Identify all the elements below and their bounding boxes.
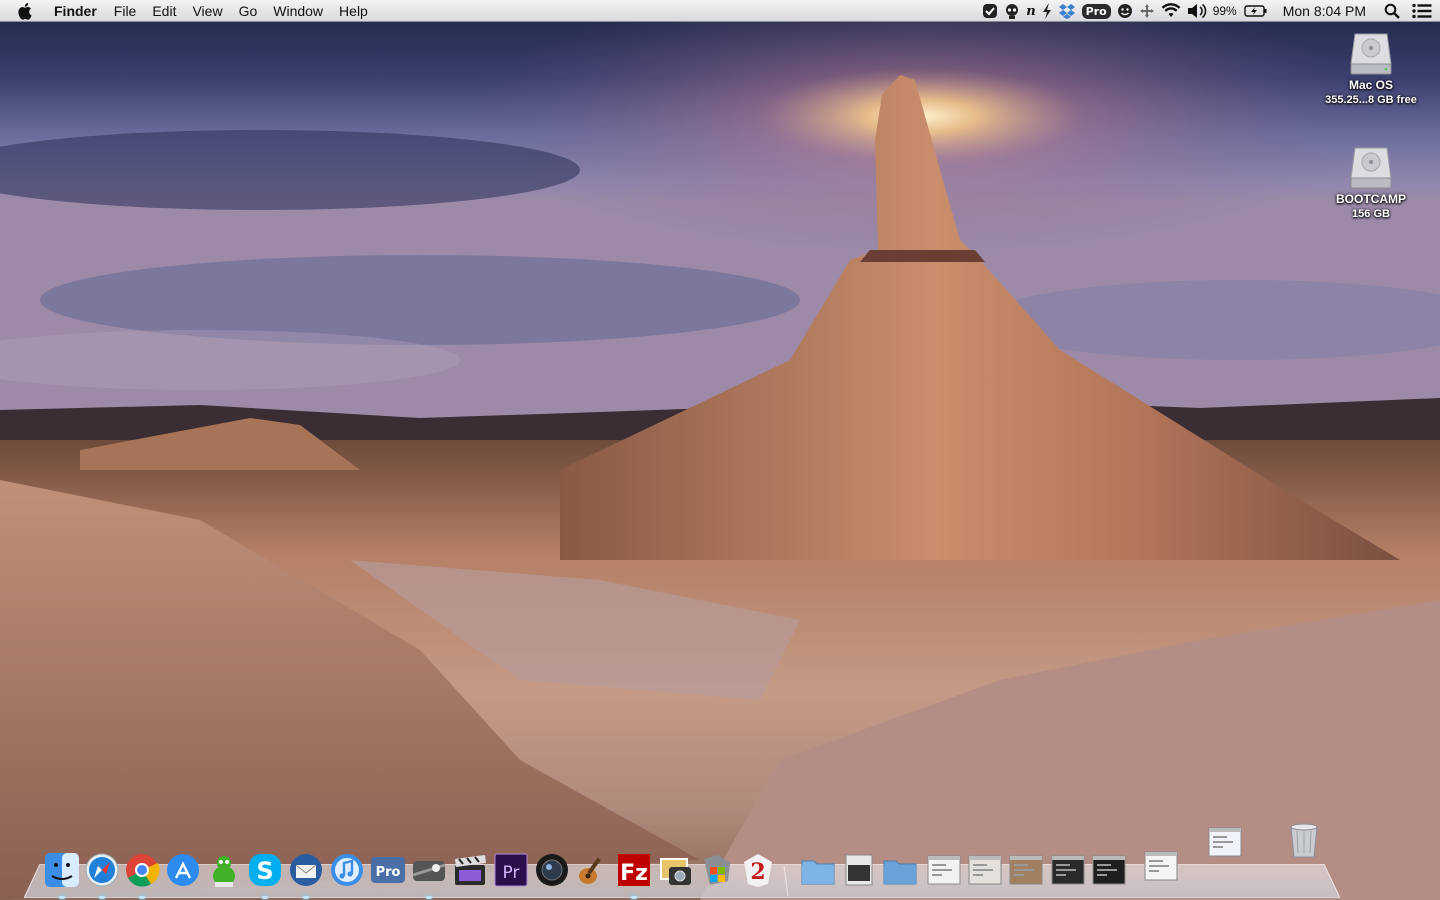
menu-edit[interactable]: Edit — [144, 0, 184, 22]
chrome-icon — [126, 854, 160, 887]
window-thumbnail-icon — [1208, 827, 1242, 857]
window-thumbnail-icon — [927, 855, 961, 885]
dock-app-guild-wars-2[interactable]: 2 — [739, 851, 777, 889]
menu-bar: Finder File Edit View Go Window Help n P… — [0, 0, 1440, 22]
menu-view[interactable]: View — [184, 0, 230, 22]
steam-icon — [412, 861, 446, 881]
desktop-drive-bootcamp[interactable]: BOOTCAMP 156 GB — [1311, 142, 1431, 220]
dock-app-app-store[interactable] — [164, 851, 202, 889]
window-thumbnail-icon — [1092, 855, 1126, 885]
dock-app-chrome[interactable] — [123, 851, 161, 889]
skype-icon: S — [249, 854, 281, 886]
apple-logo-icon[interactable] — [18, 2, 40, 20]
svg-text:S: S — [256, 857, 273, 885]
dock-app-aperture[interactable] — [533, 851, 571, 889]
menu-help[interactable]: Help — [331, 0, 376, 22]
dock-item-minimized-video[interactable] — [1090, 851, 1128, 889]
spotlight-icon[interactable] — [1384, 0, 1400, 22]
svg-text:Pro: Pro — [376, 865, 401, 880]
dock-item-minimized-safari[interactable] — [1135, 840, 1187, 892]
dock-item-minimized-guild-wars[interactable] — [966, 851, 1004, 889]
dock-item-minimized-skype[interactable] — [925, 851, 963, 889]
guitar-icon — [579, 857, 601, 884]
dock-app-finder[interactable] — [43, 851, 81, 889]
dock-app-filezilla[interactable]: Fz — [615, 851, 653, 889]
documents-stack-icon — [845, 854, 873, 886]
dock-item-applications[interactable] — [799, 851, 837, 889]
menu-window[interactable]: Window — [265, 0, 331, 22]
drive-info: 355.25...8 GB free — [1325, 94, 1417, 106]
dock-app-premiere[interactable]: Pr — [492, 851, 530, 889]
window-thumbnail-icon — [1051, 855, 1085, 885]
drive-name: BOOTCAMP — [1336, 192, 1406, 206]
smiley-icon[interactable] — [1117, 0, 1133, 22]
dock-app-final-cut-pro[interactable] — [451, 851, 489, 889]
move-icon[interactable] — [1139, 0, 1155, 22]
dock-item-minimized-adium[interactable] — [1205, 822, 1245, 862]
pro-badge[interactable]: Pro — [1081, 0, 1111, 22]
pro-badge-label: Pro — [1081, 3, 1111, 19]
drive-name: Mac OS — [1348, 78, 1393, 92]
hard-drive-icon — [1347, 28, 1395, 76]
svg-text:Fz: Fz — [620, 861, 648, 886]
clapper-icon — [455, 855, 486, 885]
menu-go[interactable]: Go — [231, 0, 266, 22]
dock-app-boot-camp-assistant[interactable] — [698, 851, 736, 889]
dock-item-minimized-tower[interactable] — [1049, 851, 1087, 889]
desktop-drive-macos[interactable]: Mac OS 355.25...8 GB free — [1311, 28, 1431, 106]
dock-app-steam[interactable] — [410, 851, 448, 889]
premiere-icon: Pr — [494, 853, 528, 887]
bolt-icon[interactable] — [1042, 0, 1052, 22]
hard-drive-icon — [1347, 142, 1395, 190]
n-icon[interactable]: n — [1026, 0, 1035, 22]
notification-center-icon[interactable] — [1412, 0, 1432, 22]
desktop-wallpaper — [0, 0, 1440, 900]
pro-app-icon: Pro — [371, 857, 405, 883]
dock-app-garageband[interactable] — [574, 851, 612, 889]
battery-charging-icon[interactable] — [1244, 0, 1268, 22]
dock-app-skype[interactable]: S — [246, 851, 284, 889]
trash-icon — [1290, 823, 1318, 858]
app-store-icon — [167, 854, 199, 886]
aperture-lens-icon — [536, 854, 568, 886]
dock-app-thunderbird[interactable] — [287, 851, 325, 889]
safari-icon — [85, 853, 119, 887]
cleanmymac-icon[interactable] — [982, 0, 998, 22]
svg-text:Pr: Pr — [503, 863, 520, 883]
iphoto-icon — [660, 858, 691, 885]
svg-text:2: 2 — [750, 859, 765, 885]
battery-percent[interactable]: 99% — [1213, 0, 1237, 22]
drive-info: 156 GB — [1352, 208, 1390, 220]
dock-item-downloads[interactable] — [881, 851, 919, 889]
guild-wars-2-icon: 2 — [744, 854, 772, 887]
window-thumbnail-icon — [1144, 851, 1178, 881]
menu-file[interactable]: File — [106, 0, 145, 22]
itunes-icon — [331, 854, 363, 886]
bootcamp-icon — [704, 855, 730, 885]
adium-duck-icon — [213, 856, 235, 887]
folder-icon — [883, 860, 917, 885]
alien-icon[interactable] — [1004, 0, 1020, 22]
thunderbird-icon — [290, 854, 322, 886]
window-thumbnail-icon — [1009, 855, 1043, 885]
dropbox-icon[interactable] — [1058, 0, 1076, 22]
filezilla-icon: Fz — [618, 854, 650, 886]
dock-item-documents[interactable] — [840, 851, 878, 889]
dock-app-iphoto[interactable] — [657, 851, 695, 889]
dock-item-minimized-photo[interactable] — [1007, 851, 1045, 889]
dock-app-pro[interactable]: Pro — [369, 851, 407, 889]
dock-app-adium[interactable] — [205, 851, 243, 889]
dock-item-trash[interactable] — [1276, 812, 1332, 868]
wifi-icon[interactable] — [1161, 0, 1181, 22]
menubar-clock[interactable]: Mon 8:04 PM — [1283, 3, 1366, 19]
volume-icon[interactable] — [1187, 0, 1207, 22]
folder-icon — [801, 860, 835, 885]
dock-app-safari[interactable] — [83, 851, 121, 889]
finder-icon — [45, 853, 79, 887]
window-thumbnail-icon — [968, 855, 1002, 885]
dock-app-itunes[interactable] — [328, 851, 366, 889]
menu-app-name[interactable]: Finder — [52, 0, 106, 22]
